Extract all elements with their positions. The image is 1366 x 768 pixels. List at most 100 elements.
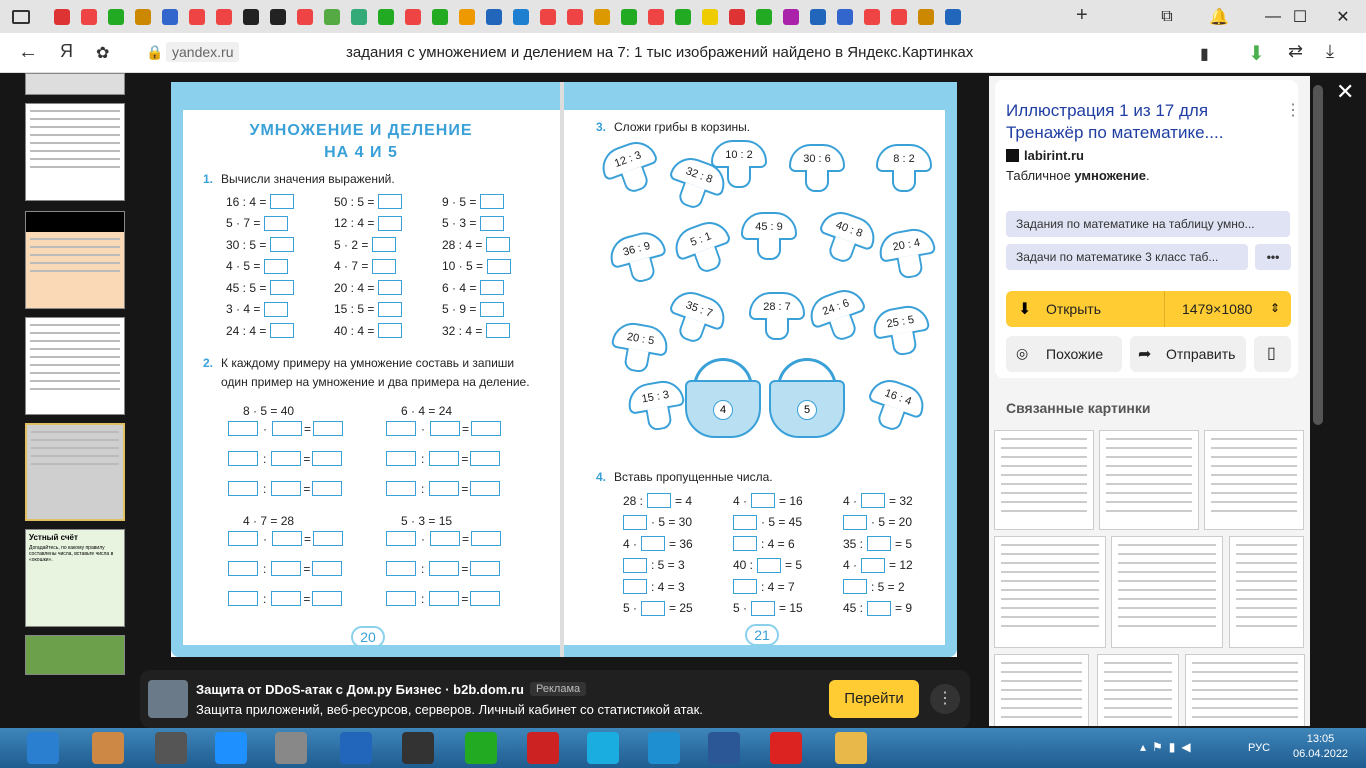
answer-box[interactable] <box>228 481 258 496</box>
answer-box[interactable] <box>386 561 416 576</box>
tab-favicon-icon[interactable] <box>485 8 502 25</box>
related-thumbnail[interactable] <box>1229 536 1304 648</box>
share-button[interactable]: ➦ Отправить <box>1130 336 1246 372</box>
answer-box[interactable] <box>470 481 501 496</box>
browser-icon[interactable] <box>92 732 124 764</box>
answer-box[interactable] <box>228 591 258 606</box>
answer-box[interactable] <box>378 194 403 209</box>
ad-banner[interactable]: Защита от DDoS-атак с Дом.ру Бизнес · b2… <box>140 670 970 728</box>
answer-box[interactable] <box>228 421 258 436</box>
answer-box[interactable] <box>378 323 403 338</box>
answer-box[interactable] <box>378 215 403 231</box>
tab-favicon-icon[interactable] <box>593 8 610 25</box>
answer-box[interactable] <box>270 323 295 338</box>
tab-favicon-icon[interactable] <box>80 8 97 25</box>
answer-box[interactable] <box>430 421 460 436</box>
answer-box[interactable] <box>623 579 647 594</box>
answer-box[interactable] <box>429 561 460 576</box>
answer-box[interactable] <box>228 561 258 576</box>
answer-box[interactable] <box>264 301 289 317</box>
thumbnail-selected[interactable] <box>25 423 125 521</box>
answer-box[interactable] <box>372 258 397 274</box>
open-button[interactable]: ⬇ Открыть 1479×1080 ⇕ <box>1006 291 1291 327</box>
answer-box[interactable] <box>270 280 295 295</box>
tab-favicon-icon[interactable] <box>890 8 907 25</box>
ad-menu-icon[interactable]: ⋮ <box>930 684 960 714</box>
related-thumbnail[interactable] <box>1099 430 1199 530</box>
tab-favicon-icon[interactable] <box>566 8 583 25</box>
page-title[interactable]: задания с умножением и делением на 7: 1 … <box>346 44 973 61</box>
tab-panel-icon[interactable] <box>12 9 30 24</box>
yandex-icon[interactable] <box>770 732 802 764</box>
back-icon[interactable]: ← <box>18 41 38 64</box>
tab-favicon-icon[interactable] <box>215 8 232 25</box>
answer-box[interactable] <box>264 215 289 231</box>
answer-box[interactable] <box>861 493 886 508</box>
answer-box[interactable] <box>861 557 886 573</box>
ie-icon[interactable] <box>215 732 247 764</box>
tab-favicon-icon[interactable] <box>269 8 286 25</box>
size-select[interactable]: 1479×1080 <box>1182 301 1252 317</box>
answer-box[interactable] <box>228 451 258 466</box>
answer-box[interactable] <box>386 421 416 436</box>
tab-favicon-icon[interactable] <box>728 8 745 25</box>
wall-icon[interactable] <box>275 732 307 764</box>
answer-box[interactable] <box>313 531 344 546</box>
answer-box[interactable] <box>623 514 647 530</box>
settings-app-icon[interactable] <box>340 732 372 764</box>
answer-box[interactable] <box>429 451 460 466</box>
maximize-button[interactable]: ☐ <box>1277 0 1323 33</box>
yandex-logo-icon[interactable]: Я <box>60 41 73 62</box>
related-thumbnail[interactable] <box>1097 654 1179 726</box>
tab-favicon-icon[interactable] <box>917 8 934 25</box>
more-chips-button[interactable]: ••• <box>1255 244 1291 270</box>
related-thumbnail[interactable] <box>994 430 1094 530</box>
tab-favicon-icon[interactable] <box>53 8 70 25</box>
bookmark-icon[interactable]: ▮ <box>1200 44 1209 64</box>
suggestion-chip[interactable]: Задания по математике на таблицу умно... <box>1006 211 1290 237</box>
new-tab-button[interactable]: + <box>1076 4 1088 27</box>
answer-box[interactable] <box>312 591 343 606</box>
answer-box[interactable] <box>751 600 776 616</box>
address-domain[interactable]: yandex.ru <box>166 42 240 62</box>
answer-box[interactable] <box>378 280 403 295</box>
answer-box[interactable] <box>386 481 416 496</box>
tab-favicon-icon[interactable] <box>701 8 718 25</box>
answer-box[interactable] <box>271 591 302 606</box>
ad-title[interactable]: Защита от DDoS-атак с Дом.ру Бизнес · b2… <box>196 682 524 697</box>
answer-box[interactable] <box>470 591 501 606</box>
similar-button[interactable]: ◎ Похожие <box>1006 336 1122 372</box>
answer-box[interactable] <box>751 493 776 508</box>
answer-box[interactable] <box>867 600 892 616</box>
answer-box[interactable] <box>647 493 672 508</box>
tab-favicon-icon[interactable] <box>323 8 340 25</box>
answer-box[interactable] <box>843 579 867 594</box>
suggestion-chip[interactable]: Задачи по математике 3 класс таб... <box>1006 244 1248 270</box>
tab-favicon-icon[interactable] <box>674 8 691 25</box>
answer-box[interactable] <box>312 451 343 466</box>
image-title[interactable]: Иллюстрация 1 из 17 для Тренажёр по мате… <box>1006 100 1266 144</box>
related-thumbnail[interactable] <box>994 536 1106 648</box>
answer-box[interactable] <box>430 531 460 546</box>
answer-box[interactable] <box>386 531 416 546</box>
tab-favicon-icon[interactable] <box>863 8 880 25</box>
tab-favicon-icon[interactable] <box>188 8 205 25</box>
answer-box[interactable] <box>843 514 867 530</box>
main-image[interactable]: УМНОЖЕНИЕ И ДЕЛЕНИЕ НА 4 И 5 1. Вычисли з… <box>171 82 957 657</box>
thumbnail[interactable]: Устный счёт Догадайтесь, по какому прави… <box>25 529 125 627</box>
tab-favicon-icon[interactable] <box>458 8 475 25</box>
tab-favicon-icon[interactable] <box>242 8 259 25</box>
extensions-icon[interactable]: ✿ <box>96 43 109 63</box>
tab-favicon-icon[interactable] <box>377 8 394 25</box>
tab-favicon-icon[interactable] <box>944 8 961 25</box>
volume-icon[interactable] <box>27 732 59 764</box>
answer-box[interactable] <box>270 237 295 252</box>
tab-favicon-icon[interactable] <box>782 8 799 25</box>
tab-favicon-icon[interactable] <box>134 8 151 25</box>
answer-box[interactable] <box>867 536 892 551</box>
answer-box[interactable] <box>480 301 505 317</box>
answer-box[interactable] <box>733 514 757 530</box>
tab-favicon-icon[interactable] <box>620 8 637 25</box>
answer-box[interactable] <box>757 557 782 573</box>
notifications-icon[interactable]: 🔔 <box>1196 0 1242 33</box>
